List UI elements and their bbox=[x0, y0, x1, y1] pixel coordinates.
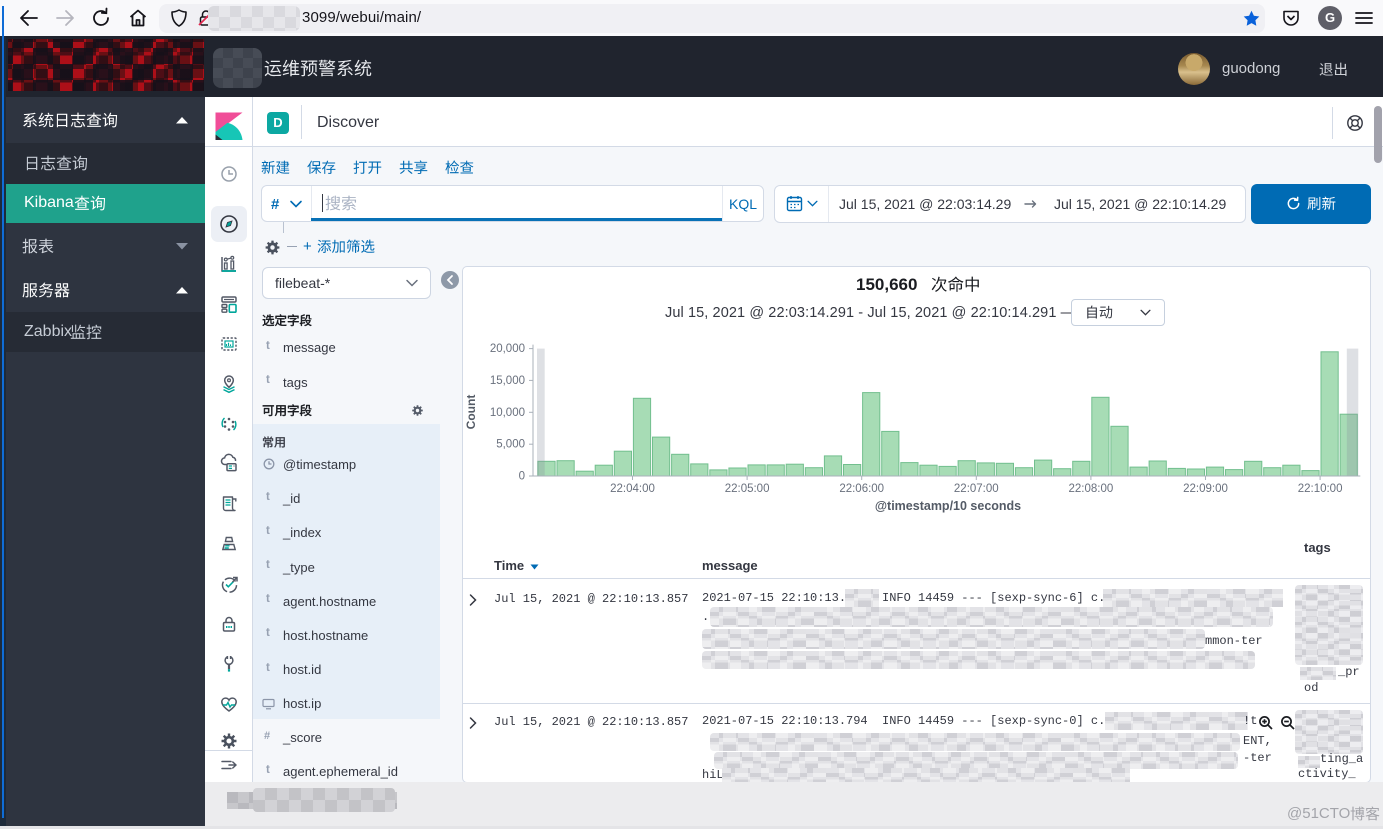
svg-text:0: 0 bbox=[519, 471, 525, 483]
svg-text:20,000: 20,000 bbox=[490, 343, 525, 355]
svg-text:22:08:00: 22:08:00 bbox=[1069, 483, 1114, 495]
svg-text:5,000: 5,000 bbox=[496, 439, 525, 451]
svg-text:22:05:00: 22:05:00 bbox=[725, 483, 770, 495]
svg-text:15,000: 15,000 bbox=[490, 375, 525, 387]
svg-text:10,000: 10,000 bbox=[490, 407, 525, 419]
svg-text:@timestamp/10 seconds: @timestamp/10 seconds bbox=[875, 499, 1021, 513]
svg-text:22:06:00: 22:06:00 bbox=[839, 483, 884, 495]
svg-text:22:04:00: 22:04:00 bbox=[610, 483, 655, 495]
svg-text:22:10:00: 22:10:00 bbox=[1298, 483, 1343, 495]
svg-text:Count: Count bbox=[464, 395, 478, 430]
svg-text:22:07:00: 22:07:00 bbox=[954, 483, 999, 495]
svg-text:22:09:00: 22:09:00 bbox=[1183, 483, 1228, 495]
